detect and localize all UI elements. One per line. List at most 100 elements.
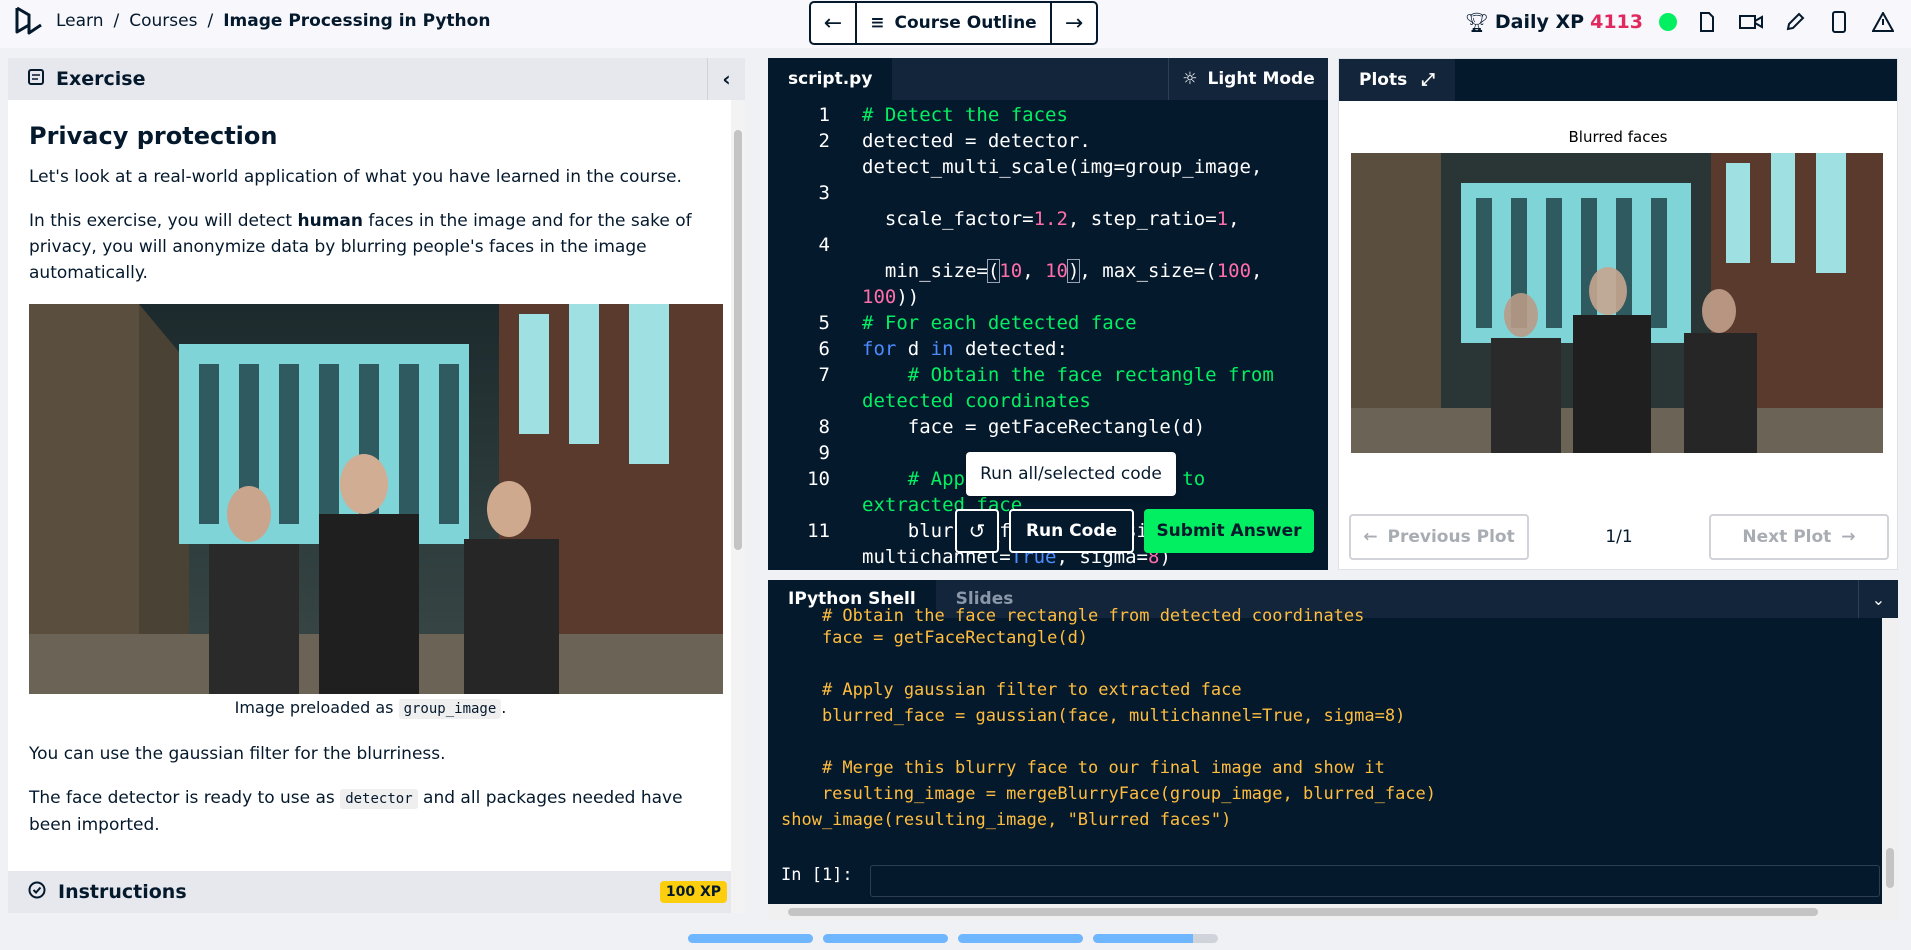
daily-xp: 🏆︎ Daily XP 4113 xyxy=(1465,11,1643,34)
scrollbar-thumb[interactable] xyxy=(1886,848,1894,888)
document-icon[interactable] xyxy=(1693,8,1721,36)
ipython-shell: IPython Shell Slides ⌄ # Obtain the face… xyxy=(768,580,1898,920)
plots-tab-label: Plots xyxy=(1359,70,1408,90)
run-code-button[interactable]: Run Code xyxy=(1009,509,1134,553)
bold-text: human xyxy=(297,211,364,231)
shell-line: show_image(resulting_image, "Blurred fac… xyxy=(781,810,1232,830)
progress-segment[interactable] xyxy=(688,934,813,943)
line-number: 6 xyxy=(818,338,830,360)
shell-input[interactable] xyxy=(870,865,1880,897)
exercise-header-label: Exercise xyxy=(56,68,146,90)
arrow-right-icon: → xyxy=(1064,10,1084,36)
previous-plot-label: Previous Plot xyxy=(1387,527,1515,547)
video-icon[interactable] xyxy=(1737,8,1765,36)
run-tooltip: Run all/selected code xyxy=(966,452,1176,496)
top-bar: Learn / Courses / Image Processing in Py… xyxy=(0,0,1911,48)
chevron-down-icon: ⌄ xyxy=(1871,589,1886,609)
warning-icon[interactable] xyxy=(1869,8,1897,36)
mobile-icon[interactable] xyxy=(1825,8,1853,36)
progress-segment[interactable] xyxy=(823,934,948,943)
line-number: 8 xyxy=(818,416,830,438)
scrollbar-thumb[interactable] xyxy=(734,130,742,550)
code-line: detected coordinates xyxy=(862,390,1091,412)
tab-script-py[interactable]: script.py xyxy=(768,58,893,100)
breadcrumb-separator: / xyxy=(207,11,214,31)
exercise-panel: Exercise ‹ Privacy protection Let's look… xyxy=(8,58,745,913)
exercise-content: Privacy protection Let's look at a real-… xyxy=(8,100,732,838)
instructions-header[interactable]: Instructions 100 XP xyxy=(8,871,737,913)
course-outline-button[interactable]: ≡ Course Outline xyxy=(857,3,1050,43)
shell-line: blurred_face = gaussian(face, multichann… xyxy=(781,706,1406,726)
shell-line: # Obtain the face rectangle from detecte… xyxy=(781,606,1365,626)
inline-code: group_image xyxy=(398,699,502,719)
status-dot-icon xyxy=(1659,13,1677,31)
line-number: 1 xyxy=(818,104,830,126)
shell-output: # Obtain the face rectangle from detecte… xyxy=(781,606,1436,838)
instructions-label: Instructions xyxy=(58,881,187,903)
plot-counter: 1/1 xyxy=(1605,527,1633,547)
exercise-scrollbar[interactable] xyxy=(731,100,745,913)
shell-line: # Merge this blurry face to our final im… xyxy=(781,758,1385,778)
check-circle-icon xyxy=(28,881,46,904)
line-number: 7 xyxy=(818,364,830,386)
pencil-icon[interactable] xyxy=(1781,8,1809,36)
light-mode-button[interactable]: ☼ Light Mode xyxy=(1168,58,1328,100)
exercise-paragraph: Let's look at a real-world application o… xyxy=(29,167,682,187)
text-span: The face detector is ready to use as xyxy=(29,788,341,808)
next-plot-button[interactable]: Next Plot → xyxy=(1708,514,1889,560)
arrow-left-icon: ← xyxy=(823,10,843,36)
submit-answer-button[interactable]: Submit Answer xyxy=(1144,509,1314,553)
line-number: 3 xyxy=(818,182,830,204)
progress-fill xyxy=(958,934,1083,943)
arrow-right-icon: → xyxy=(1841,527,1856,547)
breadcrumb-courses[interactable]: Courses xyxy=(129,11,197,31)
exercise-title: Privacy protection xyxy=(29,122,278,150)
progress-segment[interactable] xyxy=(1093,934,1218,943)
inline-code: detector xyxy=(340,789,418,809)
collapse-panel-button[interactable]: ‹ xyxy=(707,58,745,100)
progress-segment[interactable] xyxy=(958,934,1083,943)
code-line: face = getFaceRectangle(d) xyxy=(862,416,1206,438)
line-number: 11 xyxy=(807,520,830,542)
trophy-icon: 🏆︎ xyxy=(1464,11,1489,34)
progress-fill xyxy=(1093,934,1193,943)
progress-fill xyxy=(688,934,813,943)
exercise-header: Exercise ‹ xyxy=(8,58,745,100)
breadcrumb-current-course[interactable]: Image Processing in Python xyxy=(223,11,490,31)
code-line: # Obtain the face rectangle from xyxy=(907,364,1274,386)
expand-icon[interactable]: ⤢ xyxy=(1421,70,1435,90)
breadcrumb-learn[interactable]: Learn xyxy=(56,11,104,31)
text-span: In this exercise, you will detect xyxy=(29,211,298,231)
breadcrumb-separator: / xyxy=(113,11,120,31)
image-caption: Image preloaded as group_image. xyxy=(29,698,712,719)
next-exercise-button[interactable]: → xyxy=(1050,3,1096,43)
shell-vertical-scrollbar[interactable] xyxy=(1882,618,1898,920)
reset-code-button[interactable]: ↺ xyxy=(955,509,999,553)
next-plot-label: Next Plot xyxy=(1742,527,1832,547)
shell-horizontal-scrollbar[interactable] xyxy=(768,904,1882,920)
arrow-left-icon: ← xyxy=(1363,527,1378,547)
blurred-faces-plot xyxy=(1351,153,1883,453)
reset-icon: ↺ xyxy=(968,519,986,543)
code-line: # Detect the faces xyxy=(862,104,1068,126)
code-line: for d in detected: xyxy=(862,338,1068,360)
datacamp-logo-icon[interactable] xyxy=(14,6,44,38)
exercise-icon xyxy=(28,68,44,90)
code-line: 100)) xyxy=(862,286,920,308)
course-outline-label: Course Outline xyxy=(894,13,1037,33)
shell-line: # Apply gaussian filter to extracted fac… xyxy=(781,680,1242,700)
breadcrumb: Learn / Courses / Image Processing in Py… xyxy=(56,11,490,31)
previous-plot-button[interactable]: ← Previous Plot xyxy=(1349,514,1529,560)
shell-collapse-button[interactable]: ⌄ xyxy=(1858,580,1898,618)
shell-line: face = getFaceRectangle(d) xyxy=(781,628,1089,648)
scrollbar-thumb[interactable] xyxy=(788,908,1818,916)
line-number: 10 xyxy=(807,468,830,490)
line-number: 5 xyxy=(818,312,830,334)
sun-icon: ☼ xyxy=(1182,69,1198,89)
previous-exercise-button[interactable]: ← xyxy=(811,3,857,43)
text-span: . xyxy=(501,698,507,717)
tab-plots[interactable]: Plots ⤢ xyxy=(1339,59,1455,101)
plots-tabs: Plots ⤢ xyxy=(1339,59,1897,101)
exercise-paragraph: In this exercise, you will detect human … xyxy=(29,208,712,286)
plots-panel: Plots ⤢ Blurred faces ← Previous Plot 1/… xyxy=(1338,58,1898,570)
